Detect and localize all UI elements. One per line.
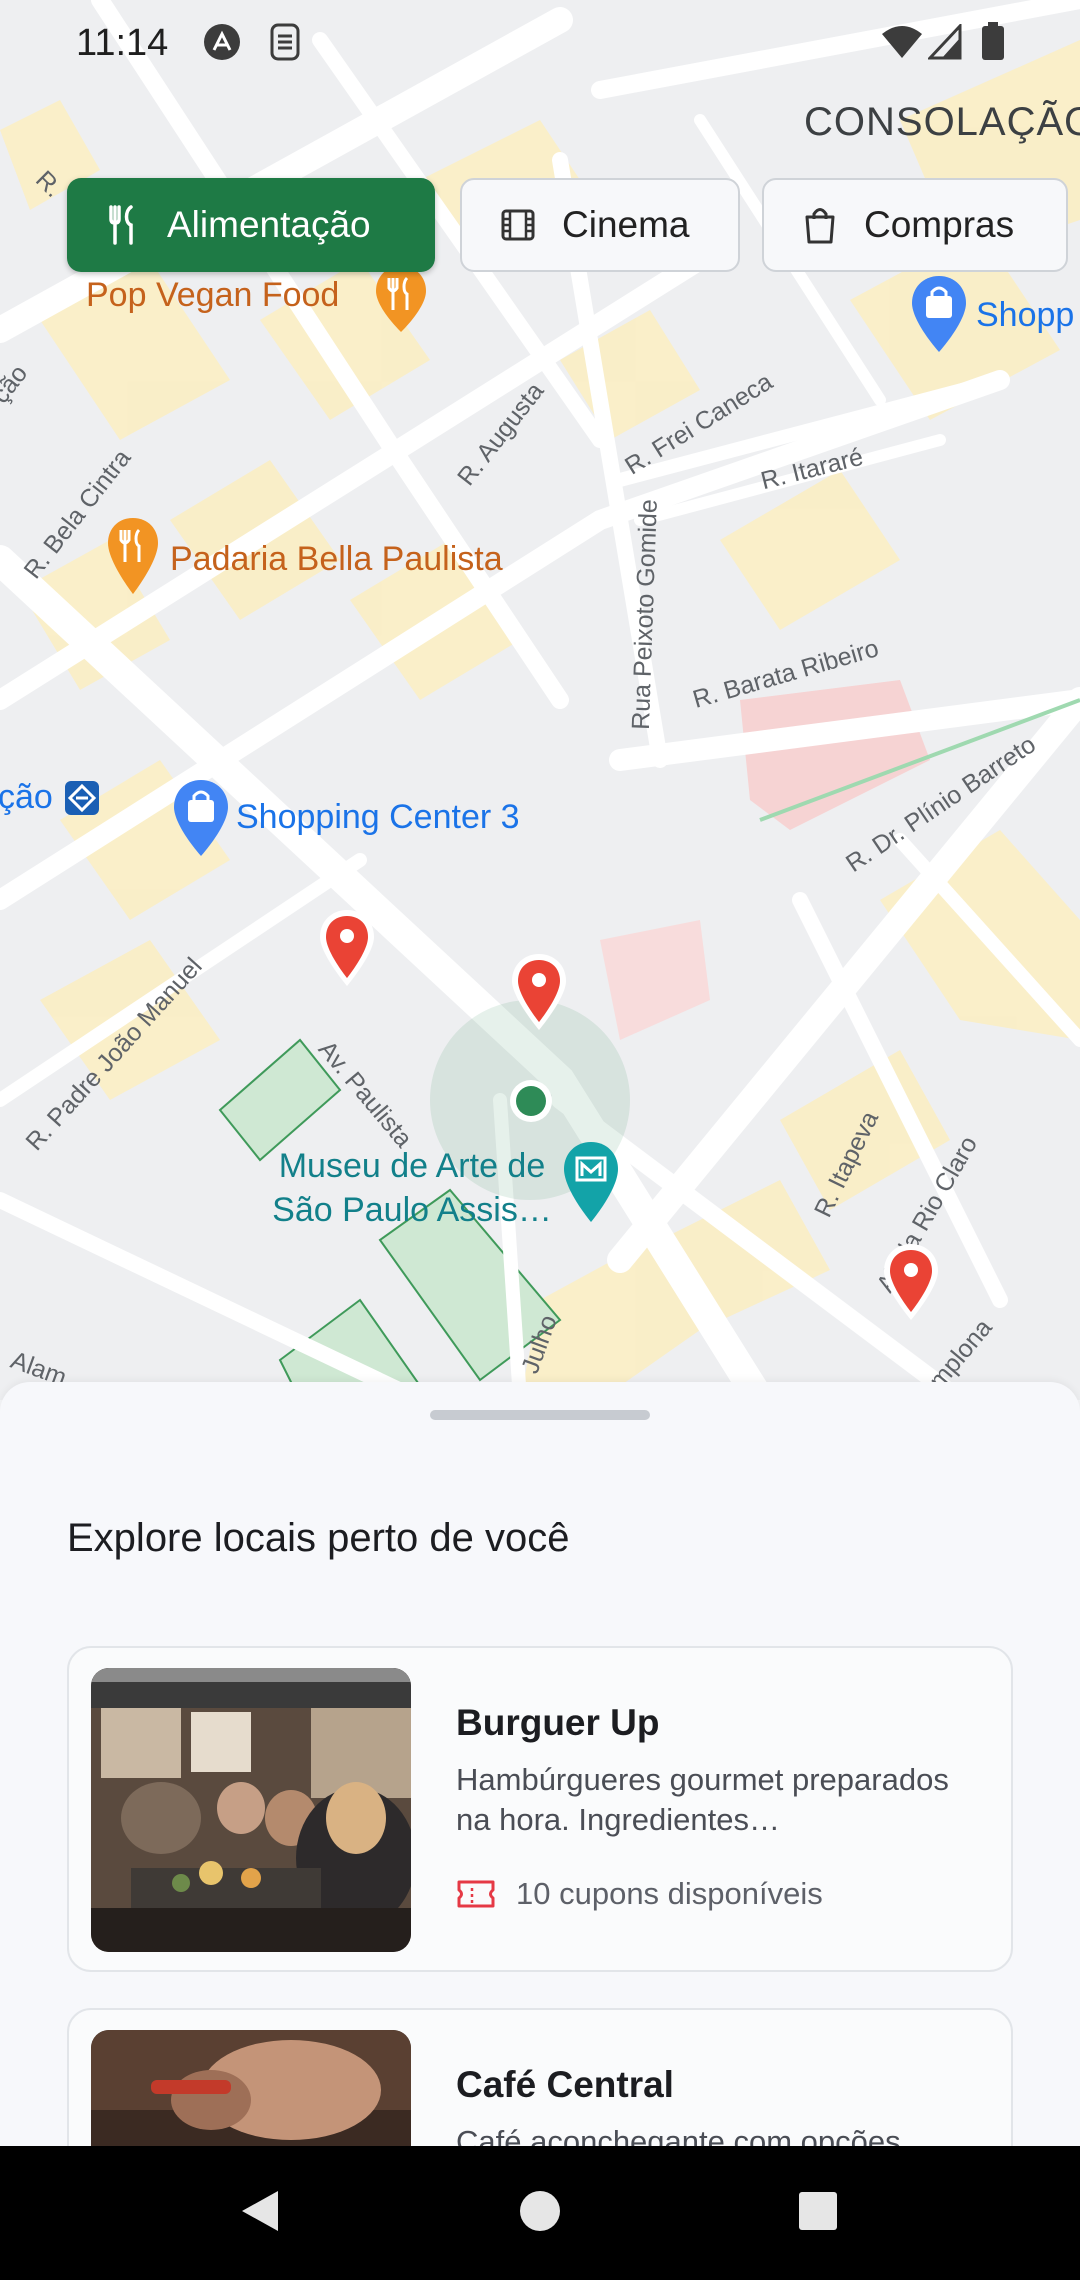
poi-label-padaria[interactable]: Padaria Bella Paulista [170, 540, 503, 579]
restaurant-poi-icon[interactable] [374, 264, 428, 339]
home-button[interactable] [470, 2146, 610, 2280]
current-location-marker[interactable] [508, 1078, 554, 1129]
back-button[interactable] [190, 2146, 330, 2280]
drag-handle[interactable] [430, 1410, 650, 1420]
battery-icon [980, 22, 1006, 67]
place-photo [91, 1668, 411, 1952]
place-marker-pin[interactable] [880, 1240, 942, 1327]
place-card[interactable]: Burguer Up Hambúrgueres gourmet preparad… [67, 1646, 1013, 1972]
category-chip-compras[interactable]: Compras [762, 178, 1068, 272]
status-time: 11:14 [76, 22, 169, 64]
shopping-bag-icon [800, 205, 840, 245]
category-chip-cinema[interactable]: Cinema [460, 178, 740, 272]
category-chip-label: Cinema [562, 204, 690, 245]
signal-icon [926, 22, 962, 65]
place-description: Hambúrgueres gourmet preparados na hora.… [456, 1762, 949, 1837]
wifi-icon [880, 24, 924, 65]
sim-icon [268, 22, 302, 67]
recents-square-icon [798, 2191, 838, 2236]
category-chip-label: Alimentação [167, 204, 371, 245]
museum-poi-icon[interactable] [562, 1140, 620, 1229]
shopping-poi-icon[interactable] [910, 274, 968, 359]
recents-button[interactable] [748, 2146, 888, 2280]
ticket-icon [456, 1879, 496, 1909]
assistant-icon [202, 22, 242, 67]
place-name: Burguer Up [456, 1702, 660, 1743]
coupon-info: 10 cupons disponíveis [456, 1876, 823, 1912]
category-chip-alimentacao[interactable]: Alimentação [67, 178, 435, 272]
place-marker-pin[interactable] [316, 906, 378, 993]
coupon-count: 10 cupons disponíveis [516, 1876, 823, 1911]
metro-icon[interactable] [64, 780, 100, 821]
restaurant-poi-icon[interactable] [106, 516, 160, 601]
poi-label-shopping-right[interactable]: Shopp [976, 296, 1074, 335]
poi-label-masp[interactable]: Museu de Arte de São Paulo Assis… [252, 1144, 572, 1232]
sheet-title: Explore locais perto de você [67, 1516, 570, 1560]
place-name: Café Central [456, 2064, 674, 2105]
film-icon [498, 205, 538, 245]
shopping-poi-icon[interactable] [172, 778, 230, 863]
fork-knife-icon [103, 205, 143, 245]
home-circle-icon [518, 2189, 562, 2238]
poi-label-pop-vegan[interactable]: Pop Vegan Food [86, 276, 339, 315]
back-triangle-icon [238, 2187, 282, 2240]
district-label: CONSOLAÇÃO [804, 100, 1080, 144]
poi-label-metro[interactable]: ção [0, 778, 53, 817]
place-marker-pin[interactable] [508, 950, 570, 1037]
system-navigation-bar [0, 2146, 1080, 2280]
poi-label-shopping-center-3[interactable]: Shopping Center 3 [236, 798, 520, 837]
category-chip-label: Compras [864, 204, 1015, 245]
status-bar: 11:14 [0, 0, 1080, 90]
